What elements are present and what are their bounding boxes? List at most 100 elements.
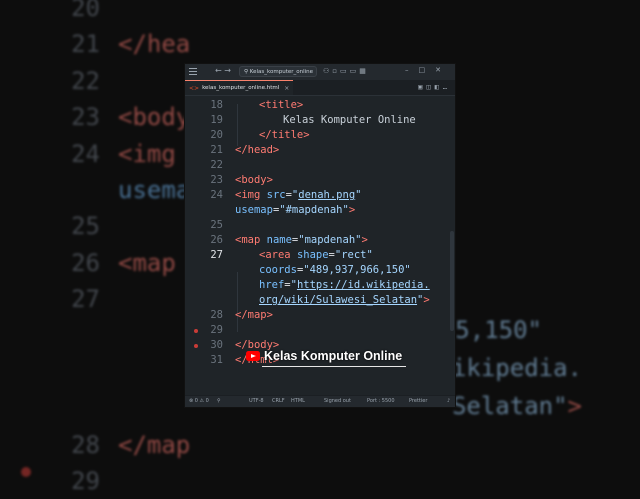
line-number: 18: [210, 99, 223, 111]
code-text: org/wiki/Sulawesi_Selatan">: [259, 294, 430, 306]
background-code-fragment: 5,150": [455, 316, 542, 344]
code-text: <body>: [235, 174, 273, 186]
layout-panel-icon[interactable]: ▭: [340, 67, 350, 75]
line-number: 26: [210, 234, 223, 246]
code-line[interactable]: 24 <img src="denah.png": [185, 188, 455, 203]
status-eol[interactable]: CRLF: [272, 396, 285, 407]
split-editor-icon[interactable]: ◧: [435, 83, 443, 91]
line-number: 23: [210, 174, 223, 186]
background-code-text: <map: [118, 248, 176, 277]
code-line[interactable]: 29: [185, 323, 455, 338]
search-text: Kelas_komputer_online: [249, 69, 314, 75]
tab-close-icon[interactable]: ×: [284, 85, 289, 92]
background-code-line: 26 <map: [0, 245, 176, 281]
status-prettier[interactable]: Prettier: [409, 396, 427, 407]
code-line[interactable]: org/wiki/Sulawesi_Selatan">: [185, 293, 455, 308]
menu-icon[interactable]: [189, 68, 197, 76]
html-file-icon: <>: [189, 84, 200, 92]
background-line-number: 25: [71, 212, 100, 241]
layout-icons: ⚇▫▭▭▦: [323, 67, 369, 75]
code-text: href="https://id.wikipedia.: [259, 279, 430, 291]
code-line[interactable]: 25: [185, 218, 455, 233]
status-language[interactable]: HTML: [291, 396, 305, 407]
code-line[interactable]: 20 </title>: [185, 128, 455, 143]
background-code-line: 29: [0, 463, 118, 499]
status-encoding[interactable]: UTF-8: [249, 396, 264, 407]
close-window-icon[interactable]: ✕: [435, 66, 451, 74]
line-number: 22: [210, 159, 223, 171]
editor-actions: ▣◫◧…: [418, 83, 451, 91]
code-line[interactable]: usemap="#mapdenah">: [185, 203, 455, 218]
code-text: <img src="denah.png": [235, 189, 362, 201]
line-number: 24: [210, 189, 223, 201]
command-center-search[interactable]: ⚲ Kelas_komputer_online: [239, 66, 317, 77]
background-code-text: </map: [118, 430, 191, 459]
line-number: 19: [210, 114, 223, 126]
background-code-line: [0, 390, 118, 426]
status-bar: ⊗ 0 ⚠ 0 ⚲ UTF-8 CRLF HTML Signed out Por…: [185, 395, 455, 407]
background-code-line: 24 <img: [0, 136, 176, 172]
code-line[interactable]: 27 <area shape="rect": [185, 248, 455, 263]
tab-label: kelas_komputer_online.html: [202, 85, 280, 91]
code-text: <title>: [259, 99, 304, 111]
open-changes-icon[interactable]: ◫: [426, 83, 434, 91]
notifications-bell-icon[interactable]: ♪: [447, 396, 450, 407]
line-number: 20: [210, 129, 223, 141]
code-text: </title>: [259, 129, 310, 141]
line-number: 21: [210, 144, 223, 156]
background-code-line: 25: [0, 208, 118, 244]
code-text: <map name="mapdenah">: [235, 234, 368, 246]
minimize-icon[interactable]: –: [405, 66, 419, 74]
background-line-number: 29: [71, 467, 100, 496]
layout-secondary-icon[interactable]: ▭: [350, 67, 360, 75]
code-line[interactable]: 21 </head>: [185, 143, 455, 158]
code-line[interactable]: 22: [185, 158, 455, 173]
forward-arrow-icon[interactable]: →: [224, 66, 231, 75]
copilot-icon[interactable]: ⚇: [323, 67, 332, 75]
window-controls: –□✕: [405, 66, 451, 74]
status-account[interactable]: Signed out: [324, 396, 351, 407]
status-problems[interactable]: ⊗ 0 ⚠ 0: [189, 396, 209, 407]
code-line[interactable]: 23 <body>: [185, 173, 455, 188]
youtube-play-icon: [246, 351, 260, 361]
background-code-line: 27: [0, 281, 118, 317]
background-line-number: 28: [71, 430, 100, 459]
code-text: usemap="#mapdenah">: [235, 204, 356, 216]
background-code-text: <img: [118, 139, 176, 168]
code-text: Kelas Komputer Online: [283, 114, 416, 126]
status-live-server-port[interactable]: Port : 5500: [367, 396, 395, 407]
nav-arrows: ← →: [215, 66, 231, 75]
back-arrow-icon[interactable]: ←: [215, 66, 222, 75]
code-line[interactable]: 26 <map name="mapdenah">: [185, 233, 455, 248]
code-text: coords="489,937,966,150": [259, 264, 411, 276]
background-code-fragment: Selatan">: [451, 392, 582, 420]
status-broadcast-icon[interactable]: ⚲: [217, 396, 221, 407]
breakpoint-dot[interactable]: [194, 329, 198, 333]
code-line[interactable]: 18 <title>: [185, 98, 455, 113]
line-number: 28: [210, 309, 223, 321]
maximize-icon[interactable]: □: [419, 66, 436, 74]
code-line[interactable]: 28 </map>: [185, 308, 455, 323]
breakpoint-dot[interactable]: [194, 344, 198, 348]
line-number: 31: [210, 354, 223, 366]
background-code-line: 20: [0, 0, 118, 26]
tab-active-file[interactable]: <> kelas_komputer_online.html ×: [185, 80, 294, 95]
background-line-number: 24: [71, 139, 100, 168]
background-code-line: usema: [0, 172, 190, 208]
background-code-line: 21 </hea: [0, 26, 190, 62]
channel-watermark: Kelas Komputer Online: [246, 349, 402, 363]
code-line[interactable]: href="https://id.wikipedia.: [185, 278, 455, 293]
more-actions-icon[interactable]: …: [443, 83, 451, 91]
watermark-text: Kelas Komputer Online: [264, 349, 403, 363]
customize-layout-icon[interactable]: ▦: [359, 67, 369, 75]
background-line-number: 27: [71, 285, 100, 314]
background-code-line: [0, 354, 118, 390]
watermark-underline: [262, 366, 406, 367]
background-line-number: 23: [71, 103, 100, 132]
layout-sidebar-icon[interactable]: ▫: [332, 67, 340, 75]
code-line[interactable]: coords="489,937,966,150": [185, 263, 455, 278]
line-number: 29: [210, 324, 223, 336]
code-line[interactable]: 19 Kelas Komputer Online: [185, 113, 455, 128]
tab-bar: <> kelas_komputer_online.html × ▣◫◧…: [185, 80, 455, 96]
line-number: 25: [210, 219, 223, 231]
